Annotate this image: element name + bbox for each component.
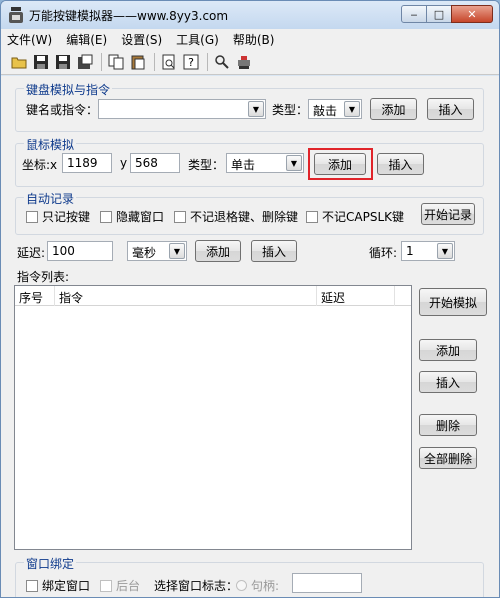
start-record-button[interactable]: 开始记录 bbox=[421, 203, 475, 225]
delay-label: 延迟: bbox=[17, 246, 46, 260]
preview-icon[interactable] bbox=[161, 54, 177, 70]
chevron-down-icon[interactable]: ▼ bbox=[437, 243, 453, 259]
checkbox-box[interactable] bbox=[26, 579, 38, 592]
delay-input[interactable]: 100 bbox=[47, 241, 113, 261]
coord-x-input[interactable]: 1189 bbox=[62, 153, 112, 173]
menu-settings[interactable]: 设置(S) bbox=[121, 31, 162, 48]
delay-insert-button[interactable]: 插入 bbox=[251, 240, 297, 262]
handle-input[interactable] bbox=[292, 573, 362, 593]
skip-capslock-checkbox[interactable]: 不记CAPSLK键 bbox=[306, 208, 404, 225]
chevron-down-icon[interactable]: ▼ bbox=[344, 101, 360, 117]
coord-x-label: 坐标:x bbox=[22, 158, 58, 172]
command-list-label: 指令列表: bbox=[17, 270, 70, 284]
keyboard-group: 键盘模拟与指令 键名或指令： ▼ 类型： 敲击 ▼ 添加 插入 bbox=[15, 81, 484, 132]
menu-edit[interactable]: 编辑(E) bbox=[66, 31, 107, 48]
window-title: 万能按键模拟器——www.8yy3.com bbox=[29, 9, 229, 23]
window-bind-group-label: 窗口绑定 bbox=[24, 555, 77, 572]
app-window: 万能按键模拟器——www.8yy3.com ‒ □ ✕ 文件(W) 编辑(E) … bbox=[0, 0, 500, 598]
coord-y-label: y bbox=[120, 156, 128, 170]
key-name-label: 键名或指令： bbox=[26, 103, 99, 117]
key-type-label: 类型： bbox=[272, 103, 309, 117]
command-listview[interactable]: 序号 指令 延迟 bbox=[14, 285, 412, 550]
coord-y-input[interactable]: 568 bbox=[130, 153, 180, 173]
app-icon bbox=[9, 7, 23, 23]
export-icon[interactable] bbox=[77, 54, 93, 70]
delete-all-button[interactable]: 全部删除 bbox=[419, 447, 477, 469]
key-type-value: 敲击 bbox=[313, 104, 338, 118]
paste-icon[interactable] bbox=[130, 54, 146, 70]
keyboard-group-label: 键盘模拟与指令 bbox=[24, 81, 113, 98]
loop-label: 循环: bbox=[369, 246, 398, 260]
handle-radio[interactable]: 句柄: bbox=[236, 577, 279, 594]
background-checkbox[interactable]: 后台 bbox=[100, 577, 140, 594]
select-window-label: 选择窗口标志： bbox=[154, 579, 239, 593]
column-header-index[interactable]: 序号 bbox=[15, 286, 55, 306]
toolbar-separator bbox=[154, 52, 155, 71]
main-panel: 键盘模拟与指令 键名或指令： ▼ 类型： 敲击 ▼ 添加 插入 鼠标模拟 坐标:… bbox=[1, 76, 499, 597]
maximize-button[interactable]: □ bbox=[426, 5, 452, 23]
tool-icon[interactable] bbox=[236, 54, 252, 70]
list-delete-button[interactable]: 删除 bbox=[419, 414, 477, 436]
loop-value: 1 bbox=[406, 244, 414, 258]
key-insert-button[interactable]: 插入 bbox=[427, 98, 474, 120]
menu-bar: 文件(W) 编辑(E) 设置(S) 工具(G) 帮助(B) bbox=[1, 29, 499, 49]
command-list-header: 序号 指令 延迟 bbox=[15, 286, 411, 306]
svg-text:?: ? bbox=[188, 56, 194, 69]
mouse-insert-button[interactable]: 插入 bbox=[377, 153, 424, 175]
help-icon[interactable]: ? bbox=[183, 54, 199, 70]
mouse-group: 鼠标模拟 坐标:x 1189 y 568 类型： 单击 ▼ 添加 插入 bbox=[15, 136, 484, 187]
delay-unit-value: 毫秒 bbox=[132, 246, 157, 260]
window-bind-group: 窗口绑定 绑定窗口 后台 选择窗口标志： 句柄: bbox=[15, 555, 484, 597]
close-button[interactable]: ✕ bbox=[451, 5, 493, 23]
hide-window-checkbox[interactable]: 隐藏窗口 bbox=[100, 208, 164, 225]
find-icon[interactable] bbox=[214, 54, 230, 70]
autorecord-group-label: 自动记录 bbox=[24, 190, 77, 207]
open-folder-icon[interactable] bbox=[11, 54, 27, 70]
checkbox-box[interactable] bbox=[306, 210, 318, 223]
checkbox-box[interactable] bbox=[26, 210, 38, 223]
minimize-button[interactable]: ‒ bbox=[401, 5, 427, 23]
autorecord-group: 自动记录 只记按键 隐藏窗口 不记退格键、删除键 不记CAPSLK键 开始记录 bbox=[15, 190, 484, 235]
save-as-icon[interactable] bbox=[55, 54, 71, 70]
save-icon[interactable] bbox=[33, 54, 49, 70]
column-header-command[interactable]: 指令 bbox=[55, 286, 317, 306]
mouse-type-label: 类型： bbox=[188, 158, 225, 172]
skip-backspace-delete-checkbox[interactable]: 不记退格键、删除键 bbox=[174, 208, 298, 225]
toolbar: ? bbox=[1, 49, 499, 75]
column-header-delay[interactable]: 延迟 bbox=[317, 286, 395, 306]
bind-window-checkbox[interactable]: 绑定窗口 bbox=[26, 577, 90, 594]
checkbox-box[interactable] bbox=[100, 579, 112, 592]
menu-file[interactable]: 文件(W) bbox=[7, 31, 52, 48]
copy-icon[interactable] bbox=[108, 54, 124, 70]
list-insert-button[interactable]: 插入 bbox=[419, 371, 477, 393]
menu-tools[interactable]: 工具(G) bbox=[176, 31, 219, 48]
chevron-down-icon[interactable]: ▼ bbox=[169, 243, 185, 259]
chevron-down-icon[interactable]: ▼ bbox=[286, 155, 302, 171]
checkbox-box[interactable] bbox=[174, 210, 186, 223]
delay-unit-combo[interactable]: 毫秒 ▼ bbox=[127, 241, 187, 261]
radio-dot[interactable] bbox=[236, 580, 247, 591]
mouse-add-button[interactable]: 添加 bbox=[314, 153, 366, 175]
key-type-combo[interactable]: 敲击 ▼ bbox=[308, 99, 362, 119]
checkbox-box[interactable] bbox=[100, 210, 112, 223]
key-name-combo[interactable]: ▼ bbox=[98, 99, 266, 119]
title-bar[interactable]: 万能按键模拟器——www.8yy3.com ‒ □ ✕ bbox=[1, 1, 499, 29]
toolbar-separator bbox=[101, 52, 102, 71]
mouse-group-label: 鼠标模拟 bbox=[24, 136, 77, 153]
list-add-button[interactable]: 添加 bbox=[419, 339, 477, 361]
mouse-type-value: 单击 bbox=[231, 158, 256, 172]
start-simulation-button[interactable]: 开始模拟 bbox=[419, 288, 487, 316]
loop-combo[interactable]: 1 ▼ bbox=[401, 241, 455, 261]
record-keys-only-checkbox[interactable]: 只记按键 bbox=[26, 208, 90, 225]
mouse-type-combo[interactable]: 单击 ▼ bbox=[226, 153, 304, 173]
menu-help[interactable]: 帮助(B) bbox=[233, 31, 275, 48]
delay-add-button[interactable]: 添加 bbox=[195, 240, 241, 262]
key-add-button[interactable]: 添加 bbox=[370, 98, 417, 120]
chevron-down-icon[interactable]: ▼ bbox=[248, 101, 264, 117]
toolbar-separator bbox=[207, 52, 208, 71]
